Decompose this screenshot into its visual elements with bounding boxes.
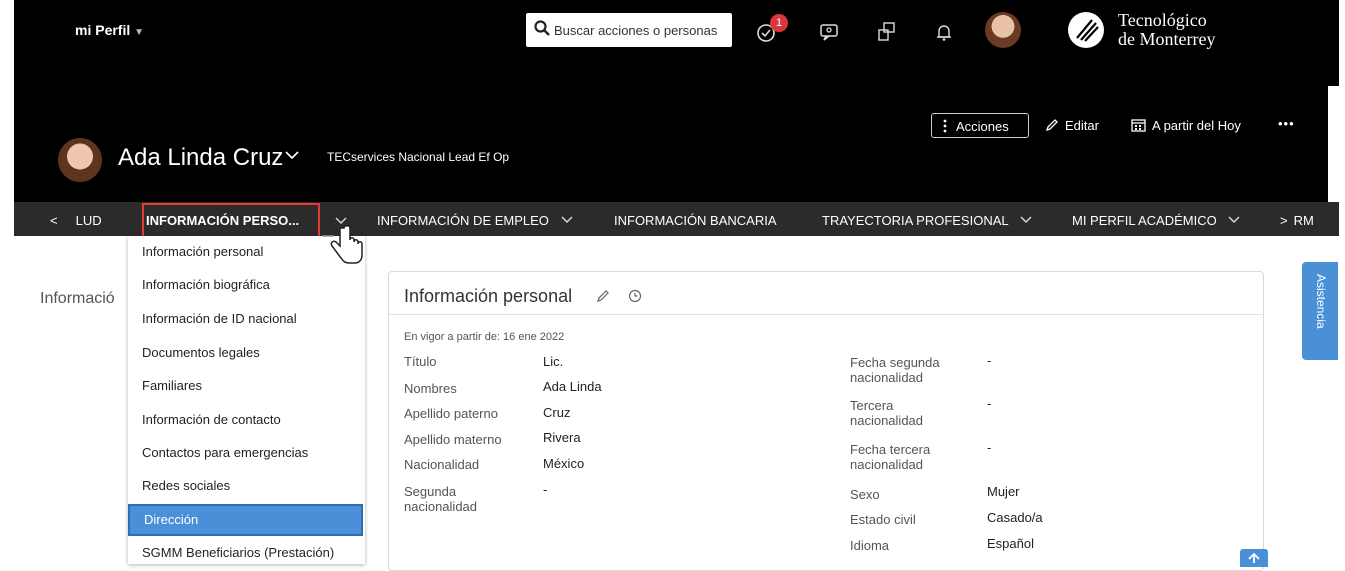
people-icon[interactable]: [875, 20, 899, 44]
tab-prev-label: LUD: [75, 213, 102, 228]
arrow-up-icon: [1248, 553, 1260, 563]
edit-button[interactable]: Editar: [1045, 118, 1099, 133]
tab-next-label: RM: [1293, 213, 1314, 228]
chevron-down-icon[interactable]: [285, 150, 299, 160]
field-label: Segunda nacionalidad: [404, 484, 478, 514]
field-label: Estado civil: [850, 512, 916, 527]
field-value: Ada Linda: [543, 379, 602, 394]
search-box[interactable]: [526, 13, 732, 47]
chevron-down-icon: [561, 216, 573, 223]
tab-mi-perfil-academico[interactable]: MI PERFIL ACADÉMICO: [1072, 213, 1240, 228]
search-input[interactable]: [554, 13, 728, 47]
menu-item[interactable]: Redes sociales: [128, 473, 363, 499]
tab-next[interactable]: > RM: [1280, 213, 1314, 228]
more-button[interactable]: •••: [1278, 116, 1295, 131]
field-label: Idioma: [850, 538, 890, 553]
assist-tab[interactable]: Asistencia: [1302, 262, 1338, 360]
logo-text: Tecnológico de Monterrey: [1118, 11, 1215, 49]
field-value: Mujer: [987, 484, 1020, 499]
field-value: -: [987, 440, 992, 455]
profile-menu[interactable]: mi Perfil ▼: [75, 22, 144, 38]
personal-info-card: [388, 271, 1264, 571]
field-value: Casado/a: [987, 510, 1043, 525]
actions-label: Acciones: [956, 119, 1009, 134]
edit-label: Editar: [1065, 118, 1099, 133]
field-value: -: [987, 396, 992, 411]
search-icon: [534, 20, 550, 36]
menu-item[interactable]: Información de ID nacional: [128, 306, 363, 332]
field-label: Sexo: [850, 487, 880, 502]
more-vertical-icon: [943, 119, 947, 133]
field-value: Español: [987, 536, 1034, 551]
field-value: México: [543, 456, 585, 471]
person-role: TECservices Nacional Lead Ef Op: [327, 150, 510, 164]
dropdown-menu: Información personal Información biográf…: [128, 236, 365, 564]
chevron-down-icon: [1020, 216, 1032, 223]
tab-prev[interactable]: < LUD: [50, 213, 102, 228]
person-name[interactable]: Ada Linda Cruz: [118, 144, 283, 172]
tab-label: INFORMACIÓN DE EMPLEO: [377, 213, 549, 228]
menu-item[interactable]: Familiares: [128, 373, 363, 399]
field-label: Fecha segunda nacionalidad: [850, 355, 940, 385]
profile-avatar: [58, 138, 102, 182]
menu-item[interactable]: Información biográfica: [128, 272, 363, 298]
tab-label: INFORMACIÓN BANCARIA: [614, 213, 777, 228]
menu-item[interactable]: Documentos legales: [128, 340, 363, 366]
field-value: Cruz: [543, 405, 571, 420]
field-value: Rivera: [543, 430, 581, 445]
chevron-right-icon: >: [1280, 213, 1288, 228]
date-label: A partir del Hoy: [1152, 118, 1241, 133]
feedback-icon[interactable]: [818, 20, 842, 44]
logo-line-2: de Monterrey: [1118, 29, 1216, 49]
tab-label: TRAYECTORIA PROFESIONAL: [822, 213, 1009, 228]
logo-line-1: Tecnológico: [1118, 10, 1207, 30]
calendar-icon: [1131, 119, 1146, 132]
bell-icon[interactable]: [932, 20, 956, 44]
field-label: Nombres: [404, 381, 457, 396]
logo-icon: [1068, 12, 1104, 48]
tab-informacion-bancaria[interactable]: INFORMACIÓN BANCARIA: [614, 213, 777, 228]
card-title: Información personal: [404, 286, 573, 306]
field-label: Fecha tercera nacionalidad: [850, 442, 931, 472]
assist-label: Asistencia: [1314, 274, 1328, 329]
actions-button[interactable]: Acciones: [931, 113, 1029, 138]
tab-trayectoria-profesional[interactable]: TRAYECTORIA PROFESIONAL: [822, 213, 1032, 228]
field-label: Título: [404, 354, 437, 369]
scroll-top-button[interactable]: [1240, 549, 1268, 567]
field-value: Lic.: [543, 354, 564, 369]
date-button[interactable]: A partir del Hoy: [1131, 118, 1241, 133]
menu-item-selected[interactable]: Dirección: [128, 504, 363, 536]
menu-item[interactable]: Información de contacto: [128, 407, 363, 433]
pencil-icon: [1045, 119, 1058, 132]
section-heading: Informació: [40, 290, 115, 307]
user-avatar[interactable]: [985, 12, 1021, 48]
chevron-left-icon: <: [50, 213, 58, 228]
menu-item[interactable]: SGMM Beneficiarios (Prestación): [128, 540, 363, 566]
effective-date: En vigor a partir de: 16 ene 2022: [404, 331, 565, 343]
chevron-down-icon: [1228, 216, 1240, 223]
tab-label: MI PERFIL ACADÉMICO: [1072, 213, 1217, 228]
highlight-box: [142, 203, 320, 239]
field-label: Apellido materno: [404, 432, 502, 447]
field-value: -: [987, 353, 992, 368]
notification-badge: 1: [770, 14, 788, 32]
hand-cursor-icon: [322, 225, 363, 264]
history-icon[interactable]: [628, 289, 642, 303]
menu-item[interactable]: Contactos para emergencias: [128, 440, 363, 466]
field-value: -: [543, 482, 548, 497]
field-label: Apellido paterno: [404, 406, 498, 421]
profile-menu-label: mi Perfil: [75, 22, 131, 38]
field-label: Tercera nacionalidad: [850, 398, 924, 428]
tab-informacion-empleo[interactable]: INFORMACIÓN DE EMPLEO: [377, 213, 573, 228]
pencil-icon[interactable]: [596, 289, 610, 303]
field-label: Nacionalidad: [404, 457, 480, 472]
chevron-down-icon: ▼: [134, 27, 145, 38]
